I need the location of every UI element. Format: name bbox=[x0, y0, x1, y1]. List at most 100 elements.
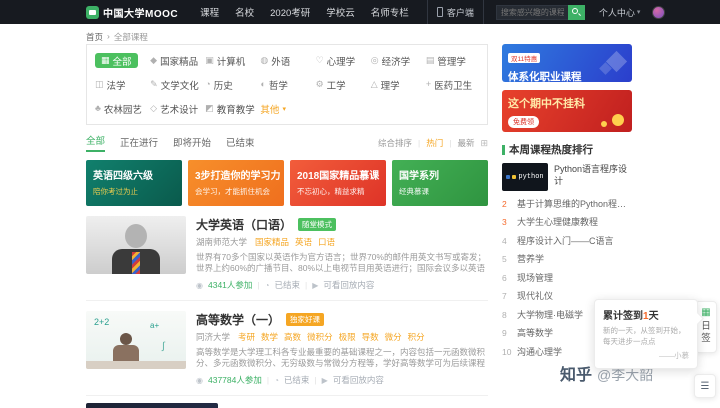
course-tag[interactable]: 口语 bbox=[318, 236, 335, 248]
mooc-logo[interactable]: 中国大学MOOC bbox=[86, 5, 178, 20]
checkin-suffix: 天 bbox=[648, 311, 659, 322]
rank-number: 8 bbox=[502, 309, 507, 320]
user-avatar[interactable] bbox=[652, 5, 666, 19]
tab-all[interactable]: 全部 bbox=[86, 133, 106, 152]
category-item-language[interactable]: ◍ 外语 bbox=[260, 53, 313, 68]
ranking-item-1[interactable]: python Python语言程序设计 bbox=[502, 163, 632, 191]
course-card-english[interactable]: 大学英语（口语） 随堂模式 湖南师范大学 国家精品 英语 口语 世界有70多个国… bbox=[86, 206, 488, 301]
course-tag[interactable]: 数学 bbox=[261, 331, 278, 343]
nav-item-teacher-column[interactable]: 名师专栏 bbox=[371, 5, 409, 19]
category-item-economics[interactable]: ◎ 经济学 bbox=[371, 53, 424, 68]
tab-upcoming[interactable]: 即将开始 bbox=[173, 135, 211, 152]
search-input[interactable] bbox=[495, 4, 568, 20]
client-download-button[interactable]: 客户端 bbox=[426, 0, 484, 24]
category-item-national[interactable]: ◆ 国家精品 bbox=[150, 53, 203, 68]
tab-in-progress[interactable]: 正在进行 bbox=[120, 135, 158, 152]
replay-icon: ▶ bbox=[312, 280, 319, 290]
course-school[interactable]: 湖南师范大学 bbox=[196, 236, 247, 248]
top-navigation-bar: 中国大学MOOC 课程 名校 2020考研 学校云 名师专栏 客户端 个人中心 … bbox=[0, 0, 720, 24]
checkin-popup: 累计签到1天 新的一天，从签到开始，每天进步一点点 ——小慕 bbox=[594, 299, 698, 369]
ranking-item-6[interactable]: 6 现场管理 bbox=[502, 271, 632, 284]
category-item-other[interactable]: 其他 ▾ bbox=[260, 101, 313, 116]
ranking-item-title: 高等数学 bbox=[517, 328, 554, 338]
free-claim-button[interactable]: 免费领 bbox=[508, 116, 539, 128]
replay-label: 可看回放内容 bbox=[332, 375, 384, 385]
search-bar bbox=[495, 4, 585, 20]
sidebar-banner-career[interactable]: 双11特惠 体系化职业课程 bbox=[502, 44, 632, 82]
banner-subtitle: 陪你考过为止 bbox=[93, 187, 138, 196]
category-label: 文学文化 bbox=[160, 80, 199, 92]
category-item-all[interactable]: ▦ 全部 bbox=[95, 53, 138, 68]
breadcrumb-separator: › bbox=[107, 31, 110, 41]
banner-learning-power[interactable]: 3步打造你的学习力 会学习，才能抓住机会 bbox=[188, 160, 284, 206]
banner-guoxue[interactable]: 国学系列 经典慕课 bbox=[392, 160, 488, 206]
course-title[interactable]: 高等数学（一） bbox=[196, 311, 280, 328]
ranking-item-4[interactable]: 4 程序设计入门——C语言 bbox=[502, 234, 632, 247]
category-item-science[interactable]: △ 理学 bbox=[371, 77, 424, 92]
course-tag[interactable]: 积分 bbox=[408, 331, 425, 343]
course-school[interactable]: 同济大学 bbox=[196, 331, 230, 343]
grid-view-icon[interactable]: ⊞ bbox=[480, 138, 488, 149]
feedback-button[interactable]: ☰ bbox=[694, 374, 716, 398]
nav-item-schools[interactable]: 名校 bbox=[235, 5, 254, 19]
search-button[interactable] bbox=[567, 4, 585, 20]
category-item-agriculture[interactable]: ♣ 农林园艺 bbox=[95, 101, 148, 116]
nav-item-school-cloud[interactable]: 学校云 bbox=[326, 5, 355, 19]
course-tag[interactable]: 考研 bbox=[238, 331, 255, 343]
course-tag[interactable]: 国家精品 bbox=[255, 236, 289, 248]
thumbnail-figure bbox=[113, 345, 139, 361]
course-card-math[interactable]: 2+2 a+ ∫ 高等数学（一） 独家好课 同济大学 考研 数学 高数 微积分 bbox=[86, 301, 488, 396]
category-item-medicine[interactable]: + 医药卫生 bbox=[426, 77, 479, 92]
nav-item-kaoyan[interactable]: 2020考研 bbox=[270, 5, 310, 19]
checkin-message: 新的一天，从签到开始，每天进步一点点 bbox=[603, 326, 686, 346]
computer-icon: ▣ bbox=[205, 55, 214, 65]
course-tag[interactable]: 微积分 bbox=[307, 331, 333, 343]
category-label: 艺术设计 bbox=[160, 104, 199, 116]
category-item-art-design[interactable]: ◇ 艺术设计 bbox=[150, 101, 203, 116]
personal-center-menu[interactable]: 个人中心 ▾ bbox=[599, 6, 641, 19]
sort-comprehensive[interactable]: 综合排序 bbox=[378, 137, 412, 149]
ranking-title: 本周课程热度排行 bbox=[509, 144, 593, 156]
category-item-philosophy[interactable]: ◐ 哲学 bbox=[260, 77, 313, 92]
triangle-icon: △ bbox=[370, 79, 378, 89]
course-tag[interactable]: 导数 bbox=[362, 331, 379, 343]
newcomer-coupon-banner[interactable]: 领取 ¥424 新人助学金 bbox=[86, 403, 218, 408]
course-badge: 独家好课 bbox=[286, 313, 325, 326]
course-tag[interactable]: 高数 bbox=[284, 331, 301, 343]
ranking-item-5[interactable]: 5 营养学 bbox=[502, 252, 632, 265]
banner-cet46[interactable]: 英语四级六级 陪你考过为止 bbox=[86, 160, 182, 206]
category-item-education[interactable]: ◩ 教育教学 bbox=[205, 101, 258, 116]
nav-item-courses[interactable]: 课程 bbox=[200, 5, 219, 19]
category-item-computer[interactable]: ▣ 计算机 bbox=[205, 53, 258, 68]
category-label: 历史 bbox=[213, 80, 233, 92]
breadcrumb-home[interactable]: 首页 bbox=[86, 31, 103, 43]
ranking-item-3[interactable]: 3 大学生心理健康教程 bbox=[502, 215, 632, 228]
main-column: ▦ 全部 ◆ 国家精品 ▣ 计算机 ◍ 外语 ♡ 心理学 ◎ 经济学 ▤ 管理学… bbox=[86, 44, 488, 408]
chevron-down-icon: ▾ bbox=[636, 9, 641, 16]
sidebar-banner-midterm[interactable]: 这个期中不挂科 免费领 bbox=[502, 90, 632, 132]
course-tag[interactable]: 微分 bbox=[385, 331, 402, 343]
thumbnail-figure bbox=[86, 361, 186, 369]
category-label: 其他 bbox=[260, 104, 280, 116]
participants-icon: ◉ bbox=[196, 280, 203, 290]
category-item-management[interactable]: ▤ 管理学 bbox=[426, 53, 479, 68]
category-item-engineering[interactable]: ⚙ 工学 bbox=[316, 77, 369, 92]
rank-number: 5 bbox=[502, 254, 507, 264]
daily-sign-widget[interactable]: ▦ 日签 bbox=[695, 301, 717, 353]
tab-ended[interactable]: 已结束 bbox=[226, 135, 255, 152]
category-item-psychology[interactable]: ♡ 心理学 bbox=[316, 53, 369, 68]
course-tag[interactable]: 极限 bbox=[339, 331, 356, 343]
sort-newest[interactable]: 最新 bbox=[457, 137, 474, 149]
ranking-item-2[interactable]: 2 基于计算思维的Python程序设计 bbox=[502, 197, 632, 210]
promo-banner-row: 英语四级六级 陪你考过为止 3步打造你的学习力 会学习，才能抓住机会 2018国… bbox=[86, 160, 488, 206]
python-logo-icon bbox=[506, 175, 511, 179]
category-item-law[interactable]: ◫ 法学 bbox=[95, 77, 148, 92]
banner-national-mooc[interactable]: 2018国家精品慕课 不忘初心，精益求精 bbox=[290, 160, 386, 206]
course-title[interactable]: 大学英语（口语） bbox=[196, 216, 292, 233]
course-tag[interactable]: 英语 bbox=[295, 236, 312, 248]
banner-subtitle: 会学习，才能抓住机会 bbox=[195, 187, 270, 196]
sort-hot[interactable]: 热门 bbox=[426, 137, 443, 149]
banner-title: 3步打造你的学习力 bbox=[195, 171, 281, 182]
category-item-history[interactable]: ◔ 历史 bbox=[205, 77, 258, 92]
category-item-literature[interactable]: ✎ 文学文化 bbox=[150, 77, 203, 92]
